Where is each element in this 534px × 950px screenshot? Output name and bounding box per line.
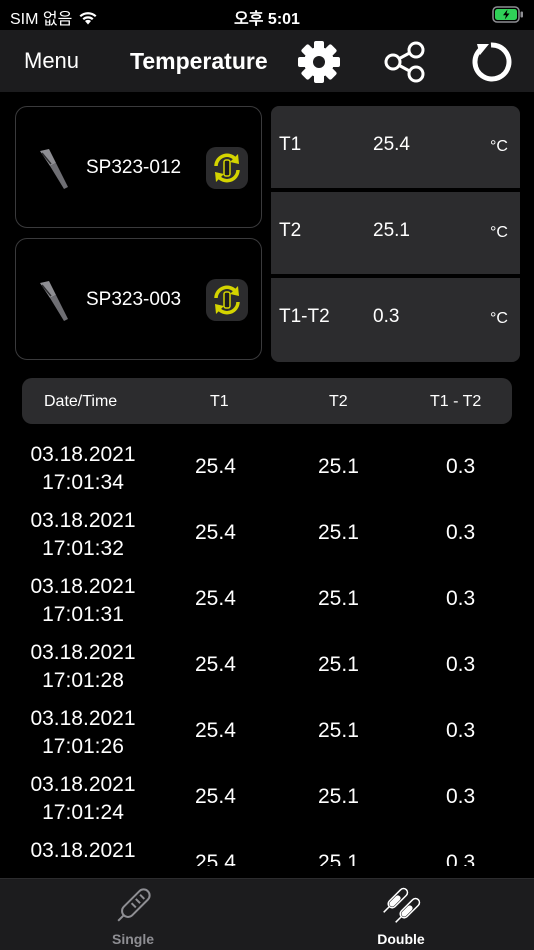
row-time: 17:01:34 (42, 471, 124, 494)
row-time: 17:01:28 (42, 669, 124, 692)
row-date: 03.18.2021 (30, 509, 136, 532)
settings-button[interactable] (295, 38, 343, 86)
reading-unit: °C (490, 224, 508, 241)
reading-value: 0.3 (373, 306, 400, 327)
row-datetime: 03.18.2021 17:01:34 (0, 441, 166, 497)
row-t2: 25.1 (318, 587, 359, 610)
row-t1: 25.4 (195, 587, 236, 610)
reading-t2: T2 25.1 °C (271, 192, 520, 274)
reading-unit: °C (490, 138, 508, 155)
row-time: 17:01:32 (42, 537, 124, 560)
table-row[interactable]: 03.18.2021 17:01:26 25.4 25.1 0.3 (0, 702, 534, 768)
probe-sync-button[interactable] (206, 147, 248, 189)
tab-single[interactable]: Single (73, 883, 193, 947)
row-date: 03.18.2021 (30, 443, 136, 466)
tab-label: Double (377, 931, 425, 947)
row-date: 03.18.2021 (30, 575, 136, 598)
share-button[interactable] (381, 38, 429, 86)
table-header: Date/Time T1 T2 T1 - T2 (22, 378, 512, 424)
row-datetime: 03.18.2021 17:01:31 (0, 573, 166, 629)
clock: 오후 5:01 (234, 11, 300, 28)
row-datetime: 03.18.2021 17:01:32 (0, 507, 166, 563)
gear-icon (298, 41, 340, 83)
row-datetime: 03.18.2021 17:01:28 (0, 639, 166, 695)
reading-label: T1 (279, 134, 302, 155)
table-row[interactable]: 03.18.2021 17:01:32 25.4 25.1 0.3 (0, 504, 534, 570)
row-datetime: 03.18.2021 (0, 837, 166, 865)
row-diff: 0.3 (446, 719, 476, 742)
log-table[interactable]: 03.18.2021 17:01:34 25.4 25.1 0.3 03.18.… (0, 438, 534, 866)
row-t1: 25.4 (195, 653, 236, 676)
row-t2: 25.1 (318, 719, 359, 742)
battery-icon (492, 6, 524, 28)
table-row[interactable]: 03.18.2021 17:01:28 25.4 25.1 0.3 (0, 636, 534, 702)
refresh-button[interactable] (467, 38, 515, 86)
row-datetime: 03.18.2021 17:01:26 (0, 705, 166, 761)
probe-card-2[interactable]: SP323-003 (15, 238, 262, 360)
double-thermometer-icon (383, 887, 421, 923)
probe-name: SP323-003 (86, 289, 182, 310)
thermometer-icon (117, 888, 151, 922)
row-t2: 25.1 (318, 851, 359, 866)
row-date: 03.18.2021 (30, 707, 136, 730)
row-date: 03.18.2021 (30, 839, 136, 862)
reading-diff: T1-T2 0.3 °C (271, 278, 520, 362)
column-header-datetime: Date/Time (44, 393, 118, 410)
row-t1: 25.4 (195, 455, 236, 478)
table-row[interactable]: 03.18.2021 17:01:31 25.4 25.1 0.3 (0, 570, 534, 636)
column-header-diff: T1 - T2 (430, 393, 482, 410)
row-date: 03.18.2021 (30, 773, 136, 796)
row-datetime: 03.18.2021 17:01:24 (0, 771, 166, 827)
row-diff: 0.3 (446, 521, 476, 544)
row-diff: 0.3 (446, 653, 476, 676)
row-time: 17:01:24 (42, 801, 124, 824)
reading-value: 25.4 (373, 134, 410, 155)
reading-t1: T1 25.4 °C (271, 106, 520, 188)
table-row[interactable]: 03.18.2021 25.4 25.1 0.3 (0, 834, 534, 866)
tab-bar: Single Double (0, 878, 534, 950)
column-header-t1: T1 (210, 393, 229, 410)
row-time: 17:01:26 (42, 735, 124, 758)
row-t2: 25.1 (318, 785, 359, 808)
row-t1: 25.4 (195, 719, 236, 742)
row-diff: 0.3 (446, 785, 476, 808)
tab-double[interactable]: Double (341, 883, 461, 947)
reading-value: 25.1 (373, 220, 410, 241)
column-header-t2: T2 (329, 393, 348, 410)
share-icon (384, 41, 425, 83)
sync-icon (214, 153, 240, 183)
refresh-icon (472, 42, 512, 82)
table-row[interactable]: 03.18.2021 17:01:24 25.4 25.1 0.3 (0, 768, 534, 834)
menu-button[interactable]: Menu (24, 48, 79, 74)
row-t1: 25.4 (195, 785, 236, 808)
tab-label: Single (111, 931, 154, 947)
row-t2: 25.1 (318, 653, 359, 676)
row-diff: 0.3 (446, 587, 476, 610)
reading-label: T2 (279, 220, 302, 241)
row-t2: 25.1 (318, 521, 359, 544)
navigation-bar: Menu Temperature (0, 30, 534, 92)
sync-icon (214, 285, 240, 315)
probe-sync-button[interactable] (206, 279, 248, 321)
status-bar: SIM 없음 오후 5:01 (0, 0, 534, 30)
probe-name: SP323-012 (86, 157, 182, 178)
row-date: 03.18.2021 (30, 641, 136, 664)
row-t1: 25.4 (195, 851, 236, 866)
table-row[interactable]: 03.18.2021 17:01:34 25.4 25.1 0.3 (0, 438, 534, 504)
page-title: Temperature (130, 48, 268, 74)
probe-clip-icon (40, 149, 68, 189)
row-time: 17:01:31 (42, 603, 124, 626)
row-t2: 25.1 (318, 455, 359, 478)
reading-unit: °C (490, 310, 508, 327)
probe-card-1[interactable]: SP323-012 (15, 106, 262, 228)
row-diff: 0.3 (446, 455, 476, 478)
probe-clip-icon (40, 281, 68, 321)
reading-label: T1-T2 (279, 306, 330, 327)
row-t1: 25.4 (195, 521, 236, 544)
row-diff: 0.3 (446, 851, 476, 866)
